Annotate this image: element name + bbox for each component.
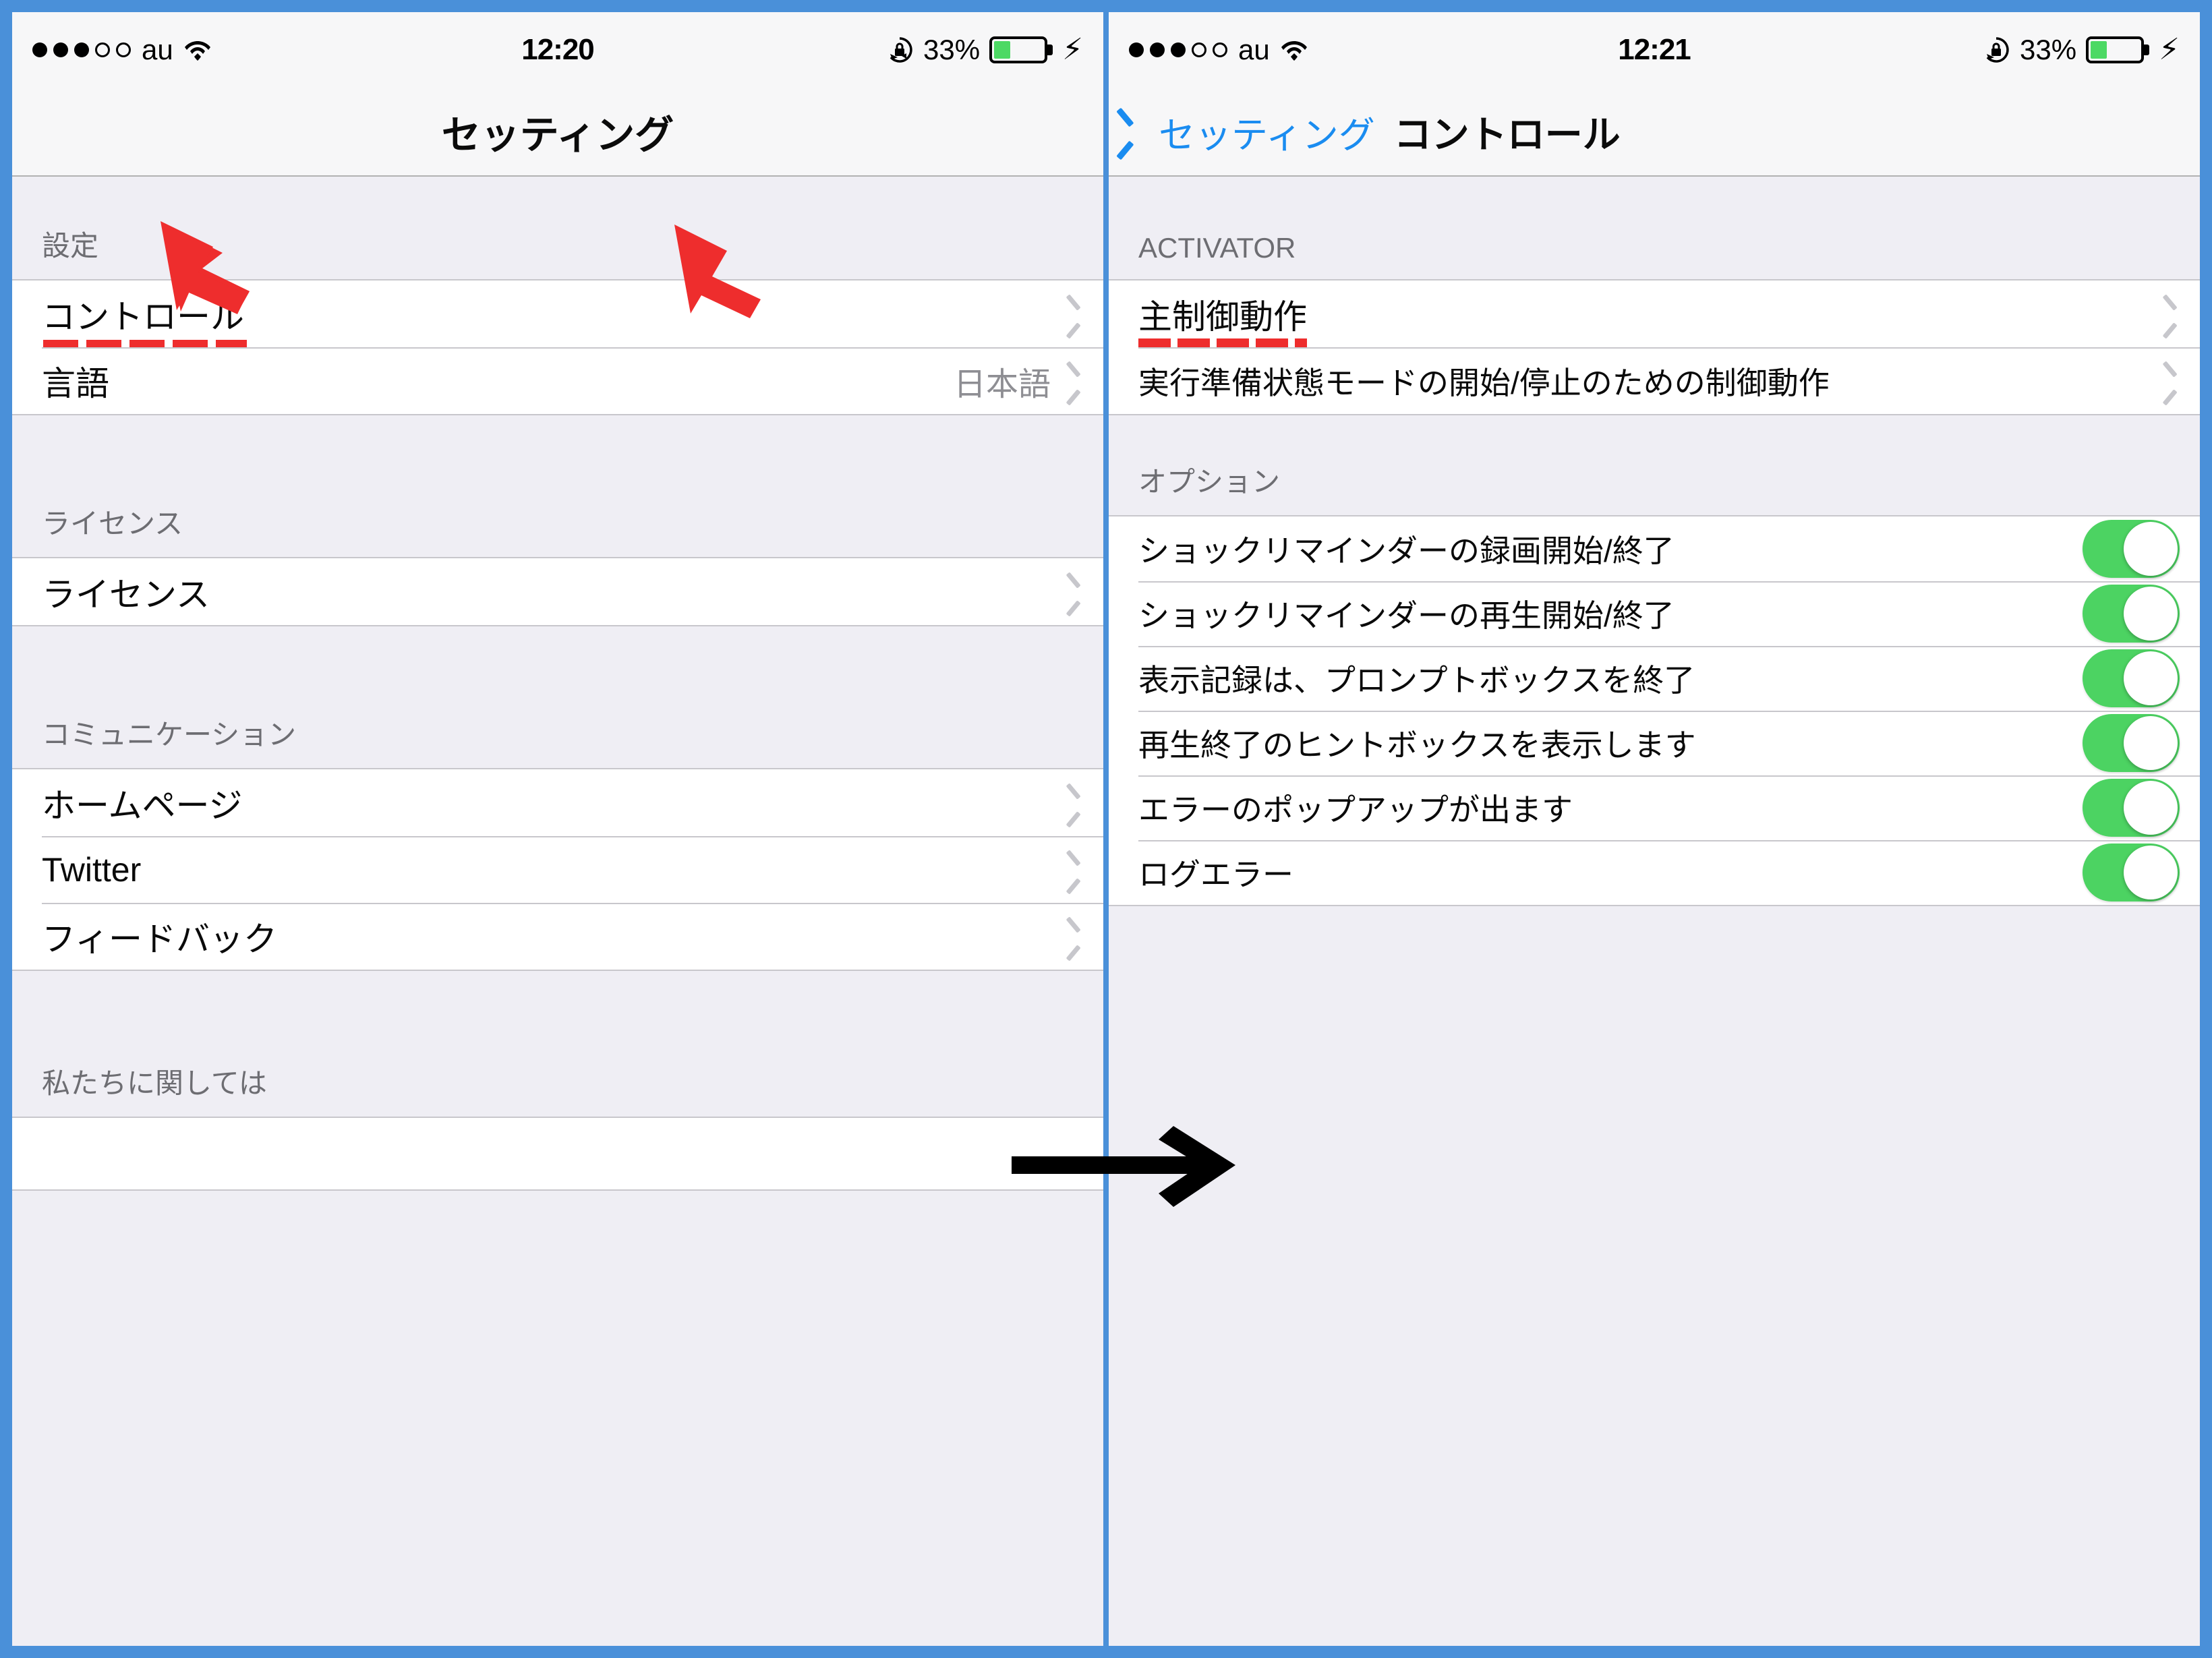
toggle-error-popup[interactable]	[2083, 779, 2180, 837]
row-language[interactable]: 言語 日本語	[12, 347, 1103, 414]
rotation-lock-icon	[1982, 36, 2010, 64]
about-group	[12, 1117, 1103, 1191]
battery-percent-label: 33%	[923, 34, 981, 65]
row-homepage[interactable]: ホームページ	[12, 769, 1103, 836]
screenshot-stage: au 12:20 33% ⚡ セッティング 設定 コントロール 言語 日本語 ラ…	[0, 0, 2212, 1658]
row-label-twitter: Twitter	[42, 850, 142, 889]
row-feedback[interactable]: フィードバック	[12, 903, 1103, 970]
chevron-right-icon	[1068, 790, 1083, 817]
row-control[interactable]: コントロール	[12, 280, 1103, 351]
right-nav-bar: セッティング コントロール	[1109, 88, 2200, 177]
row-log-error[interactable]: ログエラー	[1109, 840, 2200, 905]
right-phone-panel: au 12:21 33% ⚡ セッティング コントロール ACTIVATOR 主…	[1106, 0, 2212, 1658]
chevron-right-icon	[1068, 923, 1083, 950]
toggle-playback-end-hint-box[interactable]	[2083, 714, 2180, 772]
status-right-group: 33% ⚡	[885, 34, 1083, 66]
left-phone-panel: au 12:20 33% ⚡ セッティング 設定 コントロール 言語 日本語 ラ…	[0, 0, 1106, 1658]
row-label-main-control-action: 主制御動作	[1138, 290, 1307, 349]
chevron-left-icon	[1129, 114, 1148, 149]
page-title: セッティング	[441, 113, 674, 157]
status-left-group: au	[32, 34, 211, 66]
row-ready-mode-control-action[interactable]: 実行準備状態モードの開始/停止のための制御動作	[1109, 347, 2200, 414]
row-label-playback-end-hint-box: 再生終了のヒントボックスを表示します	[1138, 728, 1696, 763]
chevron-right-icon	[2165, 301, 2180, 328]
right-status-bar: au 12:21 33% ⚡	[1109, 12, 2200, 88]
left-table-view[interactable]: 設定 コントロール 言語 日本語 ライセンス ライセンス コミュニケーション ホ…	[12, 177, 1103, 1646]
toggle-display-record-prompt-box[interactable]	[2083, 649, 2180, 707]
chevron-right-icon	[1068, 856, 1083, 883]
battery-icon	[2086, 36, 2145, 63]
page-title: コントロール	[1393, 113, 1621, 156]
left-nav-title-wrap: セッティング	[12, 88, 1103, 175]
left-nav-bar: セッティング	[12, 88, 1103, 177]
row-label-display-record-prompt-box: 表示記録は、プロンプトボックスを終了	[1138, 663, 1695, 698]
section-header-license: ライセンス	[12, 415, 1103, 557]
clock-label: 12:20	[521, 33, 595, 66]
row-main-control-action[interactable]: 主制御動作	[1109, 280, 2200, 349]
row-label-control: コントロール	[42, 290, 247, 351]
back-button[interactable]: セッティング	[1129, 105, 1375, 158]
battery-icon	[989, 36, 1048, 63]
right-table-view[interactable]: ACTIVATOR 主制御動作 実行準備状態モードの開始/停止のための制御動作 …	[1109, 177, 2200, 1646]
row-display-record-prompt-box[interactable]: 表示記録は、プロンプトボックスを終了	[1109, 646, 2200, 711]
signal-strength-icon	[1129, 42, 1227, 57]
row-label-homepage: ホームページ	[42, 786, 243, 825]
activator-group: 主制御動作 実行準備状態モードの開始/停止のための制御動作	[1109, 279, 2200, 415]
settings-group: コントロール 言語 日本語	[12, 279, 1103, 415]
wifi-icon	[184, 38, 211, 61]
toggle-shock-reminder-play[interactable]	[2083, 585, 2180, 643]
status-right-group: 33% ⚡	[1982, 34, 2180, 66]
row-label-shock-reminder-record: ショックリマインダーの録画開始/終了	[1138, 533, 1675, 568]
license-group: ライセンス	[12, 557, 1103, 626]
row-label-log-error: ログエラー	[1138, 857, 1293, 892]
row-label-license: ライセンス	[42, 575, 210, 614]
row-shock-reminder-play[interactable]: ショックリマインダーの再生開始/終了	[1109, 581, 2200, 646]
row-label-ready-mode-control-action: 実行準備状態モードの開始/停止のための制御動作	[1138, 365, 1830, 401]
row-shock-reminder-record[interactable]: ショックリマインダーの録画開始/終了	[1109, 516, 2200, 581]
toggle-shock-reminder-record[interactable]	[2083, 520, 2180, 578]
row-value-language: 日本語	[953, 366, 1051, 403]
section-header-about: 私たちに関しては	[12, 971, 1103, 1117]
section-header-communication: コミュニケーション	[12, 626, 1103, 768]
wifi-icon	[1281, 38, 1308, 61]
right-screen: au 12:21 33% ⚡ セッティング コントロール ACTIVATOR 主…	[1109, 12, 2200, 1646]
row-twitter[interactable]: Twitter	[12, 836, 1103, 903]
battery-percent-label: 33%	[2020, 34, 2077, 65]
section-header-activator: ACTIVATOR	[1109, 177, 2200, 279]
toggle-log-error[interactable]	[2083, 843, 2180, 901]
clock-label: 12:21	[1618, 33, 1691, 66]
section-header-settings: 設定	[12, 177, 1103, 279]
carrier-label: au	[142, 34, 173, 65]
rotation-lock-icon	[885, 36, 914, 64]
row-playback-end-hint-box[interactable]: 再生終了のヒントボックスを表示します	[1109, 711, 2200, 775]
chevron-right-icon	[1068, 579, 1083, 605]
lightning-bolt-icon: ⚡	[1062, 33, 1083, 66]
chevron-right-icon	[2165, 367, 2180, 394]
left-screen: au 12:20 33% ⚡ セッティング 設定 コントロール 言語 日本語 ラ…	[12, 12, 1103, 1646]
communication-group: ホームページ Twitter フィードバック	[12, 768, 1103, 971]
signal-strength-icon	[32, 42, 131, 57]
row-license[interactable]: ライセンス	[12, 558, 1103, 625]
chevron-right-icon	[1068, 301, 1083, 328]
left-status-bar: au 12:20 33% ⚡	[12, 12, 1103, 88]
section-header-options: オプション	[1109, 415, 2200, 515]
back-button-label: セッティング	[1159, 115, 1375, 156]
status-left-group: au	[1129, 34, 1308, 66]
row-label-language: 言語	[42, 364, 109, 403]
row-label-feedback: フィードバック	[42, 920, 277, 958]
carrier-label: au	[1238, 34, 1270, 65]
row-label-error-popup: エラーのポップアップが出ます	[1138, 792, 1573, 827]
row-label-shock-reminder-play: ショックリマインダーの再生開始/終了	[1138, 598, 1675, 633]
lightning-bolt-icon: ⚡	[2159, 33, 2180, 66]
chevron-right-icon	[1068, 367, 1083, 394]
options-group: ショックリマインダーの録画開始/終了 ショックリマインダーの再生開始/終了 表示…	[1109, 515, 2200, 906]
row-error-popup[interactable]: エラーのポップアップが出ます	[1109, 775, 2200, 840]
